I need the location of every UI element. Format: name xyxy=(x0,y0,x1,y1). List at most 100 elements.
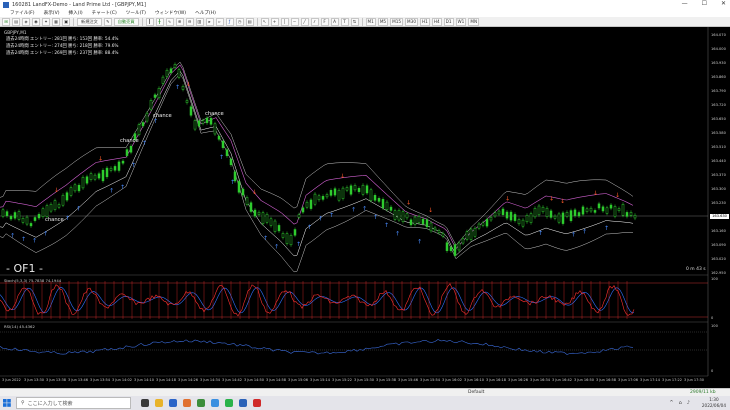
timeframe-mn[interactable]: MN xyxy=(468,17,480,26)
time-tick: 3 Jun 15:06 xyxy=(288,378,309,382)
fibonacci-icon[interactable]: F xyxy=(320,17,329,26)
minimize-button[interactable]: — xyxy=(682,0,688,7)
line-app-icon[interactable] xyxy=(225,399,233,407)
candle-body xyxy=(369,189,373,201)
candle-body xyxy=(525,215,529,223)
candle-body xyxy=(561,212,565,224)
timeframe-m30[interactable]: M30 xyxy=(405,17,418,26)
crosshair-icon[interactable]: + xyxy=(270,17,279,26)
tile-windows-icon[interactable]: ▥ xyxy=(195,17,204,26)
chart-shift-icon[interactable]: ▹ xyxy=(215,17,224,26)
cursor-icon[interactable]: ↖ xyxy=(260,17,269,26)
indicators-icon[interactable]: ƒ xyxy=(225,17,234,26)
menu-window[interactable]: ウィンドウ(W) xyxy=(155,10,186,16)
candle-body xyxy=(89,173,93,180)
maximize-button[interactable]: ☐ xyxy=(702,0,707,7)
network-icon[interactable]: ⌂ xyxy=(679,400,682,406)
volume-icon[interactable]: ♪ xyxy=(687,400,690,406)
tray-chevron-icon[interactable]: ^ xyxy=(669,400,673,406)
chart-area[interactable]: ↑ ↑ ↑ ↑ ↓ ↑ ↑ ↓ ↑ ↑ ↑ ↑ ↑ ↑ ↓ ↑ ↑ ↓ ↑ ↑ ↑ ↑ ↑ ↑ ↓ ↑ ↑ ↑ ↑ ↑ ↓ ↑ ↓ ↓ ↑ ↓ ↓ ↑ ↑ ↓… xyxy=(0,27,730,388)
task-view-icon[interactable] xyxy=(141,399,149,407)
candle-body xyxy=(577,212,581,217)
tester-icon[interactable]: ▣ xyxy=(62,17,70,26)
candle-body xyxy=(45,205,49,217)
candle-body xyxy=(345,187,349,191)
candle-body xyxy=(109,167,113,171)
edge-browser-icon[interactable] xyxy=(169,399,177,407)
chance-label: chance xyxy=(153,113,172,119)
timeframe-m15[interactable]: M15 xyxy=(390,17,404,26)
channel-icon[interactable]: ⫽ xyxy=(310,17,319,26)
menu-tools[interactable]: ツール(T) xyxy=(126,10,146,16)
timeframe-d1[interactable]: D1 xyxy=(443,17,454,26)
windows-start-icon[interactable] xyxy=(0,396,14,410)
candle-body xyxy=(621,204,625,216)
time-tick: 3 Jun 13:38 xyxy=(46,378,67,382)
clock[interactable]: 1:30 2022/06/04 xyxy=(702,397,726,409)
stats-line-3: 過去24時間 エントリー: 269回 勝ち: 237回 勝率: 88.4% xyxy=(6,51,119,56)
periods-icon[interactable]: ◷ xyxy=(235,17,244,26)
menu-view[interactable]: 表示(V) xyxy=(44,10,60,16)
rsi-tick-high: 100 xyxy=(711,324,718,328)
bar-chart-icon[interactable]: ┃ xyxy=(145,17,154,26)
brave-browser-icon[interactable] xyxy=(183,399,191,407)
meta-editor-icon[interactable]: ✎ xyxy=(103,17,112,26)
market-watch-icon[interactable]: ◈ xyxy=(22,17,30,26)
timeframe-h4[interactable]: H4 xyxy=(431,17,442,26)
navigator-icon[interactable]: ✦ xyxy=(42,17,50,26)
arrows-icon[interactable]: ⇅ xyxy=(350,17,359,26)
candle-body xyxy=(5,211,9,217)
autoscroll-icon[interactable]: ▸ xyxy=(205,17,214,26)
line-chart-icon[interactable]: ∿ xyxy=(165,17,174,26)
buy-arrow-icon: ↑ xyxy=(373,214,378,221)
price-chart-canvas[interactable]: ↑ ↑ ↑ ↑ ↓ ↑ ↑ ↓ ↑ ↑ ↑ ↑ ↑ ↑ ↓ ↑ ↑ ↓ ↑ ↑ ↑ ↑ ↑ ↑ ↓ ↑ ↑ ↑ ↑ ↑ ↓ ↑ ↓ ↓ ↑ ↓ ↓ ↑ ↑ ↓… xyxy=(0,27,730,388)
data-window-icon[interactable]: ◉ xyxy=(32,17,40,26)
chrome-canary-icon[interactable] xyxy=(211,399,219,407)
new-chart-icon[interactable]: ⊞ xyxy=(2,17,10,26)
candle-body xyxy=(533,208,537,218)
timeframe-w1[interactable]: W1 xyxy=(455,17,467,26)
vertical-line-icon[interactable]: │ xyxy=(280,17,289,26)
templates-icon[interactable]: ▤ xyxy=(245,17,254,26)
zoom-out-icon[interactable]: ⊖ xyxy=(185,17,194,26)
profiles-icon[interactable]: ▤ xyxy=(12,17,20,26)
candle-body xyxy=(85,176,89,184)
candle-body xyxy=(21,218,25,223)
file-explorer-icon[interactable] xyxy=(155,399,163,407)
new-order-button[interactable]: 新規注文 xyxy=(77,17,102,26)
buy-arrow-icon: ↑ xyxy=(274,243,279,250)
search-icon: ⚲ xyxy=(21,400,25,406)
menu-insert[interactable]: 挿入(I) xyxy=(69,10,83,16)
chrome-browser-icon[interactable] xyxy=(197,399,205,407)
menu-file[interactable]: ファイル(F) xyxy=(10,10,35,16)
timeframe-m1[interactable]: M1 xyxy=(365,17,376,26)
taskbar-search-input[interactable]: ⚲ ここに入力して検索 xyxy=(16,397,131,409)
menu-help[interactable]: ヘルプ(H) xyxy=(195,10,216,16)
app-red-icon[interactable] xyxy=(253,399,261,407)
metatrader-icon[interactable] xyxy=(239,399,247,407)
trendline-icon[interactable]: ╱ xyxy=(300,17,309,26)
horizontal-line-icon[interactable]: ─ xyxy=(290,17,299,26)
candle-body xyxy=(509,211,513,221)
sell-arrow-icon: ↓ xyxy=(340,173,345,180)
candlestick-icon[interactable]: ╫ xyxy=(155,17,164,26)
timeframe-h1[interactable]: H1 xyxy=(420,17,430,26)
label-icon[interactable]: T xyxy=(340,17,349,26)
menu-chart[interactable]: チャート(C) xyxy=(92,10,117,16)
terminal-icon[interactable]: ▦ xyxy=(52,17,60,26)
zoom-in-icon[interactable]: ⊕ xyxy=(175,17,184,26)
candle-body xyxy=(377,198,381,202)
price-tick: 163.020 xyxy=(711,257,726,261)
candle-body xyxy=(13,212,17,219)
candle-body xyxy=(41,208,45,217)
candle-body xyxy=(489,216,493,221)
candle-body xyxy=(393,210,397,220)
timeframe-m5[interactable]: M5 xyxy=(377,17,389,26)
close-button[interactable]: ✕ xyxy=(721,0,726,7)
buy-arrow-icon: ↑ xyxy=(417,238,422,245)
candle-body xyxy=(549,210,553,218)
auto-trading-button[interactable]: 自動売買 xyxy=(113,17,139,26)
text-icon[interactable]: A xyxy=(330,17,339,26)
price-tick: 163.580 xyxy=(711,131,726,135)
price-tick: 163.720 xyxy=(711,103,726,107)
